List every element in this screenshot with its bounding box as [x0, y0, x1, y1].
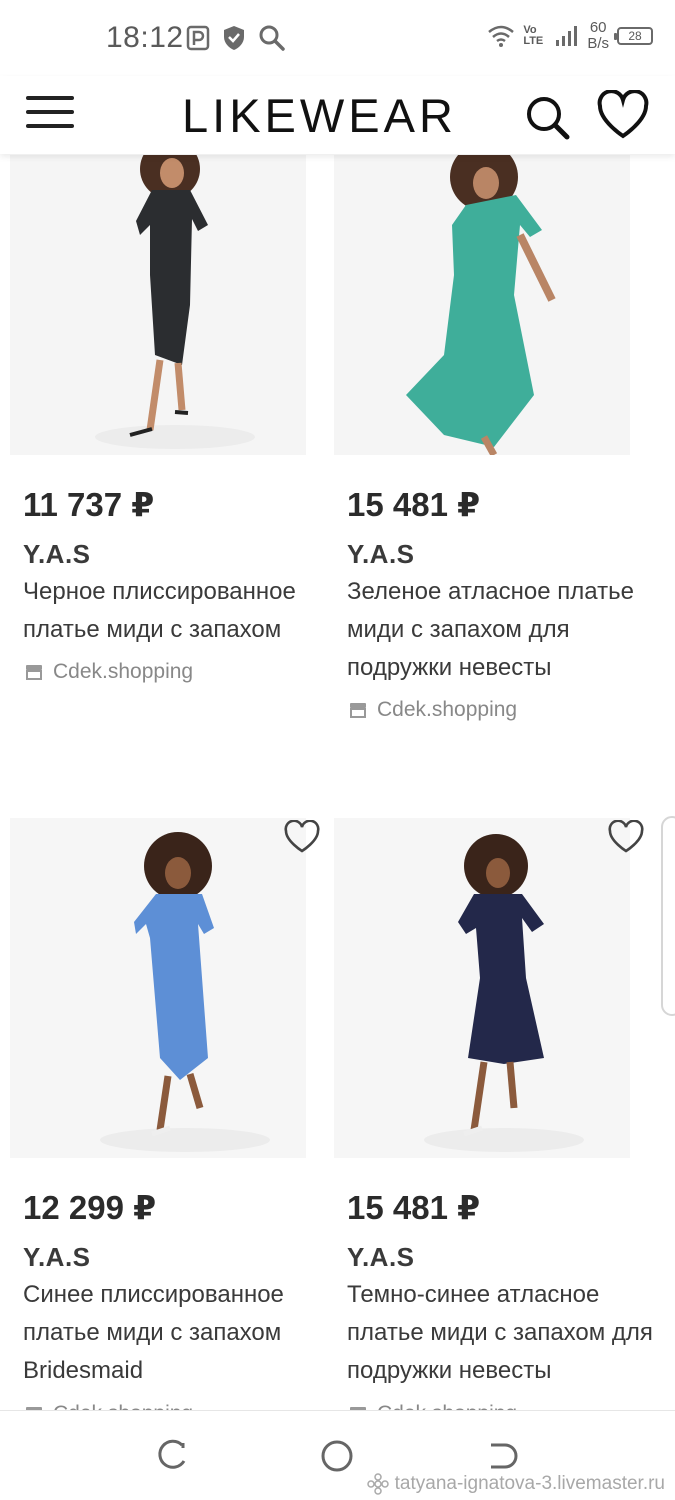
shop-label[interactable]: Cdek.shopping: [349, 698, 517, 722]
network-speed-unit: B/s: [587, 35, 609, 52]
product-price: 15 481 ₽: [347, 486, 481, 523]
store-icon: [26, 665, 42, 680]
side-panel-handle[interactable]: [661, 816, 675, 1016]
network-speed: 60 B/s: [587, 20, 609, 52]
product-brand[interactable]: Y.A.S: [23, 539, 91, 570]
dress-photo: [334, 818, 630, 1158]
dress-photo: [10, 818, 306, 1158]
product-brand[interactable]: Y.A.S: [347, 539, 415, 570]
dress-photo: [334, 155, 630, 455]
product-price: 12 299 ₽: [23, 1189, 157, 1226]
product-title[interactable]: Темно-синее атласное платье миди с запах…: [347, 1276, 657, 1390]
store-icon: [350, 703, 366, 718]
product-image[interactable]: [10, 155, 306, 455]
shop-name: Cdek.shopping: [53, 660, 194, 683]
shop-name: Cdek.shopping: [377, 698, 518, 721]
status-icons-right: Vo LTE 60 B/s 28: [487, 20, 653, 52]
battery-level: 28: [628, 29, 642, 43]
product-title[interactable]: Зеленое атласное платье миди с запахом д…: [347, 573, 657, 687]
product-price: 15 481 ₽: [347, 1189, 481, 1226]
wifi-icon: [487, 24, 515, 48]
back-button[interactable]: [485, 1439, 519, 1473]
shield-icon: [222, 25, 246, 51]
product-title[interactable]: Синее плиссированное платье миди с запах…: [23, 1276, 333, 1390]
screen: 18:12 Vo LTE 60 B/s 28 11 737 ₽ Y.A.S Че…: [0, 0, 675, 1500]
status-bar: 18:12 Vo LTE 60 B/s 28: [0, 0, 675, 76]
product-brand[interactable]: Y.A.S: [347, 1242, 415, 1273]
status-time: 18:12: [106, 21, 184, 54]
product-image[interactable]: [334, 155, 630, 455]
recents-button[interactable]: [156, 1439, 190, 1473]
app-logo[interactable]: LIKEWEAR: [182, 88, 457, 143]
network-type: Vo LTE: [523, 24, 544, 47]
system-nav-bar: tatyana-ignatova-3.livemaster.ru: [0, 1410, 675, 1500]
home-button[interactable]: [320, 1439, 354, 1473]
signal-icon: [555, 25, 579, 47]
menu-button[interactable]: [26, 96, 76, 132]
flower-icon: [366, 1473, 389, 1495]
watermark: tatyana-ignatova-3.livemaster.ru: [366, 1473, 665, 1495]
dress-photo: [10, 155, 306, 455]
search-icon: [258, 24, 286, 52]
product-title[interactable]: Черное плиссированное платье миди с запа…: [23, 573, 333, 649]
favorites-heart-icon[interactable]: [596, 90, 650, 140]
parking-icon: [186, 25, 210, 51]
favorite-heart-icon[interactable]: [283, 820, 321, 854]
status-icons-left: [186, 24, 286, 52]
network-speed-value: 60: [589, 19, 607, 36]
shop-label[interactable]: Cdek.shopping: [25, 660, 193, 684]
product-image[interactable]: [10, 818, 306, 1158]
product-price: 11 737 ₽: [23, 486, 155, 523]
watermark-text: tatyana-ignatova-3.livemaster.ru: [394, 1473, 665, 1494]
favorite-heart-icon[interactable]: [607, 820, 645, 854]
product-brand[interactable]: Y.A.S: [23, 1242, 91, 1273]
app-header: LIKEWEAR: [0, 76, 675, 154]
battery-icon: 28: [614, 27, 653, 45]
search-icon[interactable]: [524, 94, 570, 140]
product-image[interactable]: [334, 818, 630, 1158]
menu-icon: [26, 96, 74, 100]
